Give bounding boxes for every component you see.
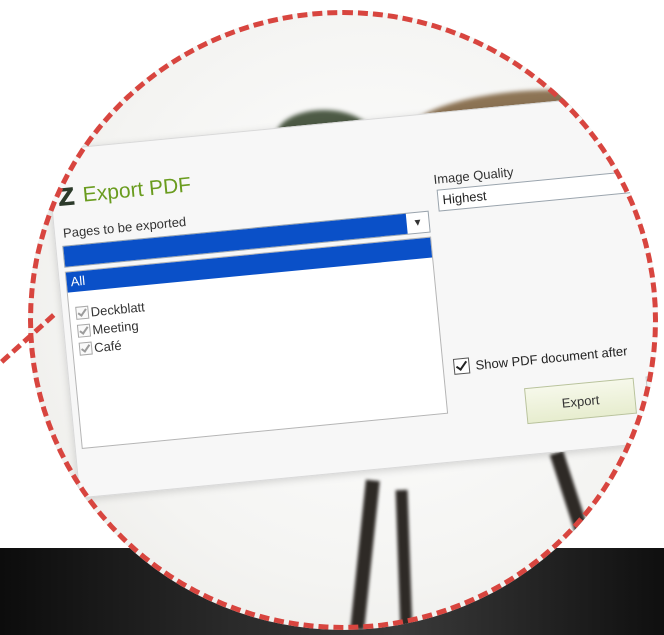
show-pdf-option[interactable]: Show PDF document after xyxy=(452,342,629,375)
export-button[interactable]: Export xyxy=(524,377,637,425)
chevron-down-icon[interactable]: ▼ xyxy=(406,212,430,234)
furniture-leg xyxy=(395,489,413,630)
export-pdf-dialog: Z Export PDF Pages to be exported ▼ All … xyxy=(46,88,658,499)
checkbox[interactable] xyxy=(75,305,90,320)
checkbox[interactable] xyxy=(78,341,93,356)
dialog-header: Z Export PDF xyxy=(56,171,192,212)
pages-listbox[interactable]: All Deckblatt Meeting Café xyxy=(64,236,449,449)
check-icon xyxy=(77,306,87,317)
show-pdf-checkbox[interactable] xyxy=(452,357,471,375)
app-logo-icon: Z xyxy=(56,182,77,213)
list-item-label: Café xyxy=(93,337,123,355)
check-icon xyxy=(455,358,468,371)
dialog-title: Export PDF xyxy=(81,173,193,207)
check-icon xyxy=(80,341,91,353)
magnifier-lens: Z Export PDF Pages to be exported ▼ All … xyxy=(28,10,658,630)
image-quality-value: Highest xyxy=(441,188,488,208)
check-icon xyxy=(79,324,89,335)
show-pdf-label: Show PDF document after xyxy=(474,342,629,373)
furniture-leg xyxy=(350,479,380,630)
page-checklist: Deckblatt Meeting Café xyxy=(75,297,149,357)
secondary-button[interactable] xyxy=(645,369,658,413)
checkbox[interactable] xyxy=(76,323,92,338)
